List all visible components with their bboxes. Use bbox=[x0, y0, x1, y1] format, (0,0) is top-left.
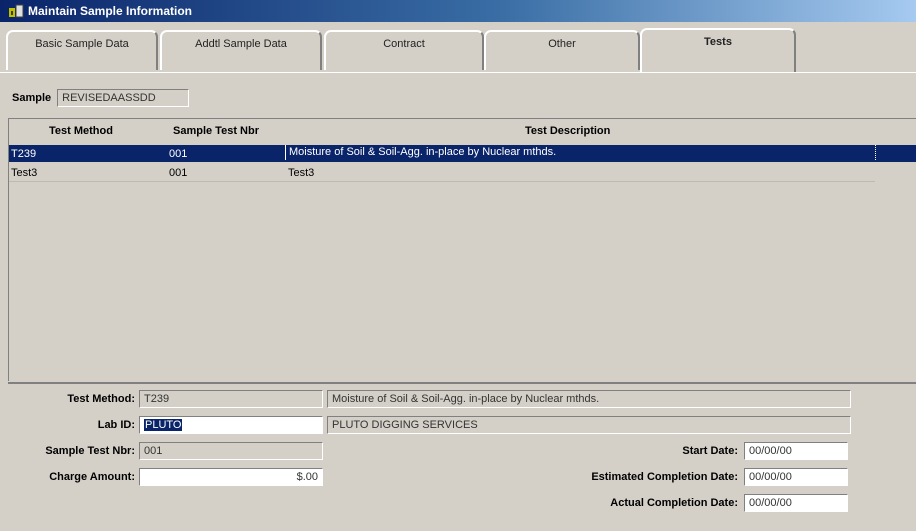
start-date-label: Start Date: bbox=[682, 445, 738, 457]
tab-label: Contract bbox=[383, 38, 425, 50]
tab-tests[interactable]: Tests bbox=[640, 28, 796, 72]
tests-grid: Test Method Sample Test Nbr Test Descrip… bbox=[8, 118, 916, 381]
tab-contract[interactable]: Contract bbox=[324, 30, 484, 70]
table-row[interactable]: T239 001 Moisture of Soil & Soil-Agg. in… bbox=[9, 145, 916, 162]
tab-divider bbox=[0, 72, 916, 73]
tab-strip: Basic Sample Data Addtl Sample Data Cont… bbox=[6, 28, 806, 72]
column-header-test-description[interactable]: Test Description bbox=[525, 125, 610, 137]
estimated-completion-date-label: Estimated Completion Date: bbox=[591, 471, 738, 483]
column-header-test-method[interactable]: Test Method bbox=[49, 125, 113, 137]
column-header-sample-test-nbr[interactable]: Sample Test Nbr bbox=[173, 125, 259, 137]
charge-amount-label: Charge Amount: bbox=[49, 471, 135, 483]
test-method-field[interactable]: T239 bbox=[139, 390, 323, 408]
window-title: Maintain Sample Information bbox=[28, 4, 193, 18]
tab-other[interactable]: Other bbox=[484, 30, 640, 70]
actual-completion-date-label: Actual Completion Date: bbox=[610, 497, 738, 509]
grid-header: Test Method Sample Test Nbr Test Descrip… bbox=[9, 119, 916, 142]
tab-basic-sample-data[interactable]: Basic Sample Data bbox=[6, 30, 158, 70]
detail-panel: Test Method: T239 Moisture of Soil & Soi… bbox=[8, 382, 916, 531]
sample-row: Sample REVISEDAASSDD bbox=[12, 89, 190, 107]
table-row[interactable]: Test3 001 Test3 bbox=[9, 164, 875, 182]
lab-id-field[interactable]: PLUTO bbox=[139, 416, 323, 434]
actual-completion-date-field[interactable]: 00/00/00 bbox=[744, 494, 848, 512]
tab-label: Tests bbox=[704, 36, 732, 48]
tab-label: Basic Sample Data bbox=[35, 38, 129, 50]
estimated-completion-date-field[interactable]: 00/00/00 bbox=[744, 468, 848, 486]
tab-label: Other bbox=[548, 38, 576, 50]
cell-test-method[interactable]: Test3 bbox=[11, 167, 37, 179]
window-titlebar[interactable]: Maintain Sample Information bbox=[0, 0, 916, 22]
cell-sample-test-nbr[interactable]: 001 bbox=[169, 148, 187, 160]
sample-test-nbr-label: Sample Test Nbr: bbox=[45, 445, 135, 457]
cell-sample-test-nbr[interactable]: 001 bbox=[169, 167, 187, 179]
cell-test-description[interactable]: Moisture of Soil & Soil-Agg. in-place by… bbox=[285, 145, 876, 160]
lab-id-label: Lab ID: bbox=[97, 419, 135, 431]
charge-amount-field[interactable]: $.00 bbox=[139, 468, 323, 486]
app-icon bbox=[8, 4, 24, 18]
tab-addtl-sample-data[interactable]: Addtl Sample Data bbox=[160, 30, 322, 70]
sample-field[interactable]: REVISEDAASSDD bbox=[57, 89, 190, 107]
start-date-field[interactable]: 00/00/00 bbox=[744, 442, 848, 460]
lab-name-field[interactable]: PLUTO DIGGING SERVICES bbox=[327, 416, 851, 434]
cell-test-method[interactable]: T239 bbox=[11, 148, 36, 160]
cell-test-description[interactable]: Test3 bbox=[288, 167, 314, 179]
test-method-label: Test Method: bbox=[67, 393, 135, 405]
sample-label: Sample bbox=[12, 92, 52, 104]
test-description-field[interactable]: Moisture of Soil & Soil-Agg. in-place by… bbox=[327, 390, 851, 408]
tab-label: Addtl Sample Data bbox=[195, 38, 287, 50]
lab-id-selected-text: PLUTO bbox=[144, 419, 183, 431]
sample-test-nbr-field[interactable]: 001 bbox=[139, 442, 323, 460]
